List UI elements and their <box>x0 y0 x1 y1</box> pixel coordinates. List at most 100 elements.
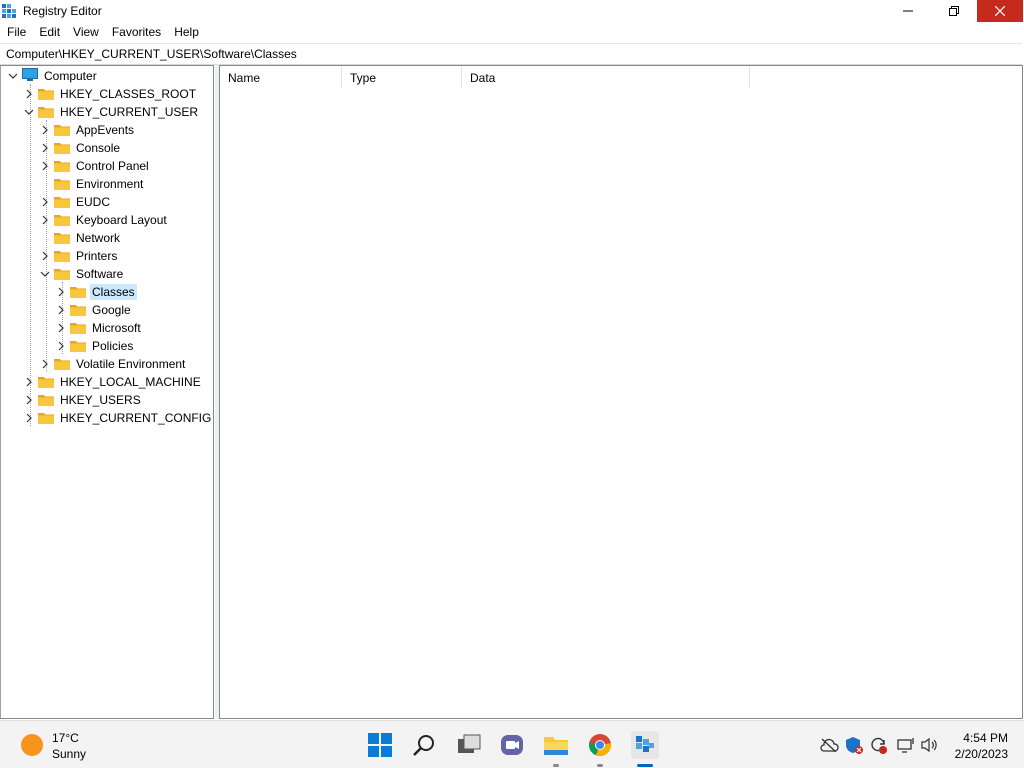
clock-time[interactable]: 4:54 PM <box>963 731 1008 745</box>
tree-item-label: Computer <box>44 69 97 83</box>
chevron-right-icon[interactable] <box>38 247 52 265</box>
chevron-right-icon[interactable] <box>54 283 68 301</box>
tree-item-label: HKEY_LOCAL_MACHINE <box>60 375 201 389</box>
cloud-off-icon <box>820 738 839 752</box>
tree-item-label: HKEY_CURRENT_USER <box>60 105 199 119</box>
address-path[interactable]: Computer\HKEY_CURRENT_USER\Software\Clas… <box>6 47 297 61</box>
start-button[interactable] <box>366 731 394 759</box>
running-indicator <box>553 764 559 767</box>
menu-favorites[interactable]: Favorites <box>105 22 167 42</box>
tree-item-microsoft[interactable]: Microsoft <box>54 319 143 337</box>
network-icon[interactable] <box>896 735 916 755</box>
tree-item-console[interactable]: Console <box>38 139 122 157</box>
title-bar: Registry Editor <box>0 0 1024 22</box>
update-icon[interactable] <box>868 735 888 755</box>
tree-item-environment[interactable]: Environment <box>38 175 145 193</box>
tree-item-hkey-users[interactable]: HKEY_USERS <box>22 391 143 409</box>
chevron-right-icon[interactable] <box>22 391 36 409</box>
tree-item-volatile-environment[interactable]: Volatile Environment <box>38 355 187 373</box>
chevron-right-icon[interactable] <box>22 373 36 391</box>
tree-item-eudc[interactable]: EUDC <box>38 193 112 211</box>
search-button[interactable] <box>410 731 438 759</box>
tree-item-hkey-local-machine[interactable]: HKEY_LOCAL_MACHINE <box>22 373 203 391</box>
tree-item-computer[interactable]: Computer <box>6 67 99 85</box>
chevron-right-icon[interactable] <box>54 319 68 337</box>
tree-item-control-panel[interactable]: Control Panel <box>38 157 151 175</box>
chevron-right-icon[interactable] <box>54 337 68 355</box>
chevron-right-icon[interactable] <box>38 355 52 373</box>
column-header-data[interactable]: Data <box>462 66 750 88</box>
chevron-right-icon[interactable] <box>38 211 52 229</box>
security-icon[interactable] <box>844 735 864 755</box>
tree-item-printers[interactable]: Printers <box>38 247 119 265</box>
minimize-icon <box>903 10 913 12</box>
tree-item-classes[interactable]: Classes <box>54 283 137 301</box>
chevron-right-icon[interactable] <box>22 409 36 427</box>
chevron-right-icon[interactable] <box>38 139 52 157</box>
taskbar: 17°C Sunny 4:54 PM 2/20/2023 <box>0 720 1024 768</box>
tree-item-label: Google <box>92 303 131 317</box>
window-title: Registry Editor <box>23 4 102 18</box>
chevron-down-icon[interactable] <box>6 67 20 85</box>
key-tree-pane[interactable]: Computer HKEY_CLASSES_ROOT HKEY_CURRENT_US… <box>0 65 214 719</box>
chrome-button[interactable] <box>586 731 614 759</box>
folder-icon <box>38 88 54 100</box>
weather-temperature[interactable]: 17°C <box>52 731 79 745</box>
file-explorer-button[interactable] <box>542 731 570 759</box>
tree-item-hkey-classes-root[interactable]: HKEY_CLASSES_ROOT <box>22 85 198 103</box>
weather-condition[interactable]: Sunny <box>52 747 86 761</box>
onedrive-offline-icon[interactable] <box>819 735 839 755</box>
chevron-right-icon[interactable] <box>54 301 68 319</box>
minimize-button[interactable] <box>885 0 931 22</box>
tree-item-label: Environment <box>76 177 144 191</box>
folder-icon <box>54 268 70 280</box>
tree-item-label: Keyboard Layout <box>76 213 167 227</box>
file-explorer-icon <box>544 737 568 755</box>
clock-date[interactable]: 2/20/2023 <box>955 747 1008 761</box>
shield-icon <box>846 737 863 754</box>
address-bar[interactable]: Computer\HKEY_CURRENT_USER\Software\Clas… <box>0 43 1022 65</box>
tree-item-hkey-current-config[interactable]: HKEY_CURRENT_CONFIG <box>22 409 213 427</box>
menu-bar: File Edit View Favorites Help <box>0 22 1024 42</box>
chevron-down-icon[interactable] <box>22 103 36 121</box>
column-header-name[interactable]: Name <box>220 66 342 88</box>
menu-file[interactable]: File <box>0 22 32 42</box>
chevron-right-icon[interactable] <box>38 157 52 175</box>
tree-item-network[interactable]: Network <box>38 229 122 247</box>
registry-editor-taskbar-button[interactable] <box>631 731 659 759</box>
restore-button[interactable] <box>931 0 977 22</box>
tree-item-keyboard-layout[interactable]: Keyboard Layout <box>38 211 169 229</box>
values-list-pane[interactable]: Name Type Data <box>219 65 1023 719</box>
chevron-right-icon[interactable] <box>38 193 52 211</box>
close-button[interactable] <box>977 0 1023 22</box>
menu-edit[interactable]: Edit <box>32 22 66 42</box>
tree-item-label: AppEvents <box>76 123 135 137</box>
tree-item-appevents[interactable]: AppEvents <box>38 121 136 139</box>
sun-icon <box>21 734 43 756</box>
folder-icon <box>70 286 86 298</box>
column-header-type[interactable]: Type <box>342 66 462 88</box>
registry-editor-icon <box>636 736 654 752</box>
volume-icon[interactable] <box>920 735 940 755</box>
folder-icon <box>54 214 70 226</box>
chat-button[interactable] <box>498 731 526 759</box>
tree-item-label: Policies <box>92 339 134 353</box>
search-icon <box>413 735 434 756</box>
chevron-right-icon[interactable] <box>22 85 36 103</box>
tree-item-google[interactable]: Google <box>54 301 133 319</box>
tree-item-label: Classes <box>90 284 137 300</box>
weather-widget[interactable] <box>18 731 46 759</box>
tree-item-policies[interactable]: Policies <box>54 337 135 355</box>
tree-item-label: HKEY_USERS <box>60 393 141 407</box>
computer-icon <box>22 67 38 85</box>
task-view-button[interactable] <box>455 731 483 759</box>
chevron-right-icon[interactable] <box>38 121 52 139</box>
chevron-down-icon[interactable] <box>38 265 52 283</box>
tree-item-software[interactable]: Software <box>38 265 125 283</box>
menu-view[interactable]: View <box>66 22 105 42</box>
tree-item-hkey-current-user[interactable]: HKEY_CURRENT_USER <box>22 103 200 121</box>
menu-help[interactable]: Help <box>167 22 205 42</box>
folder-icon <box>38 412 54 424</box>
running-indicator <box>597 764 603 767</box>
